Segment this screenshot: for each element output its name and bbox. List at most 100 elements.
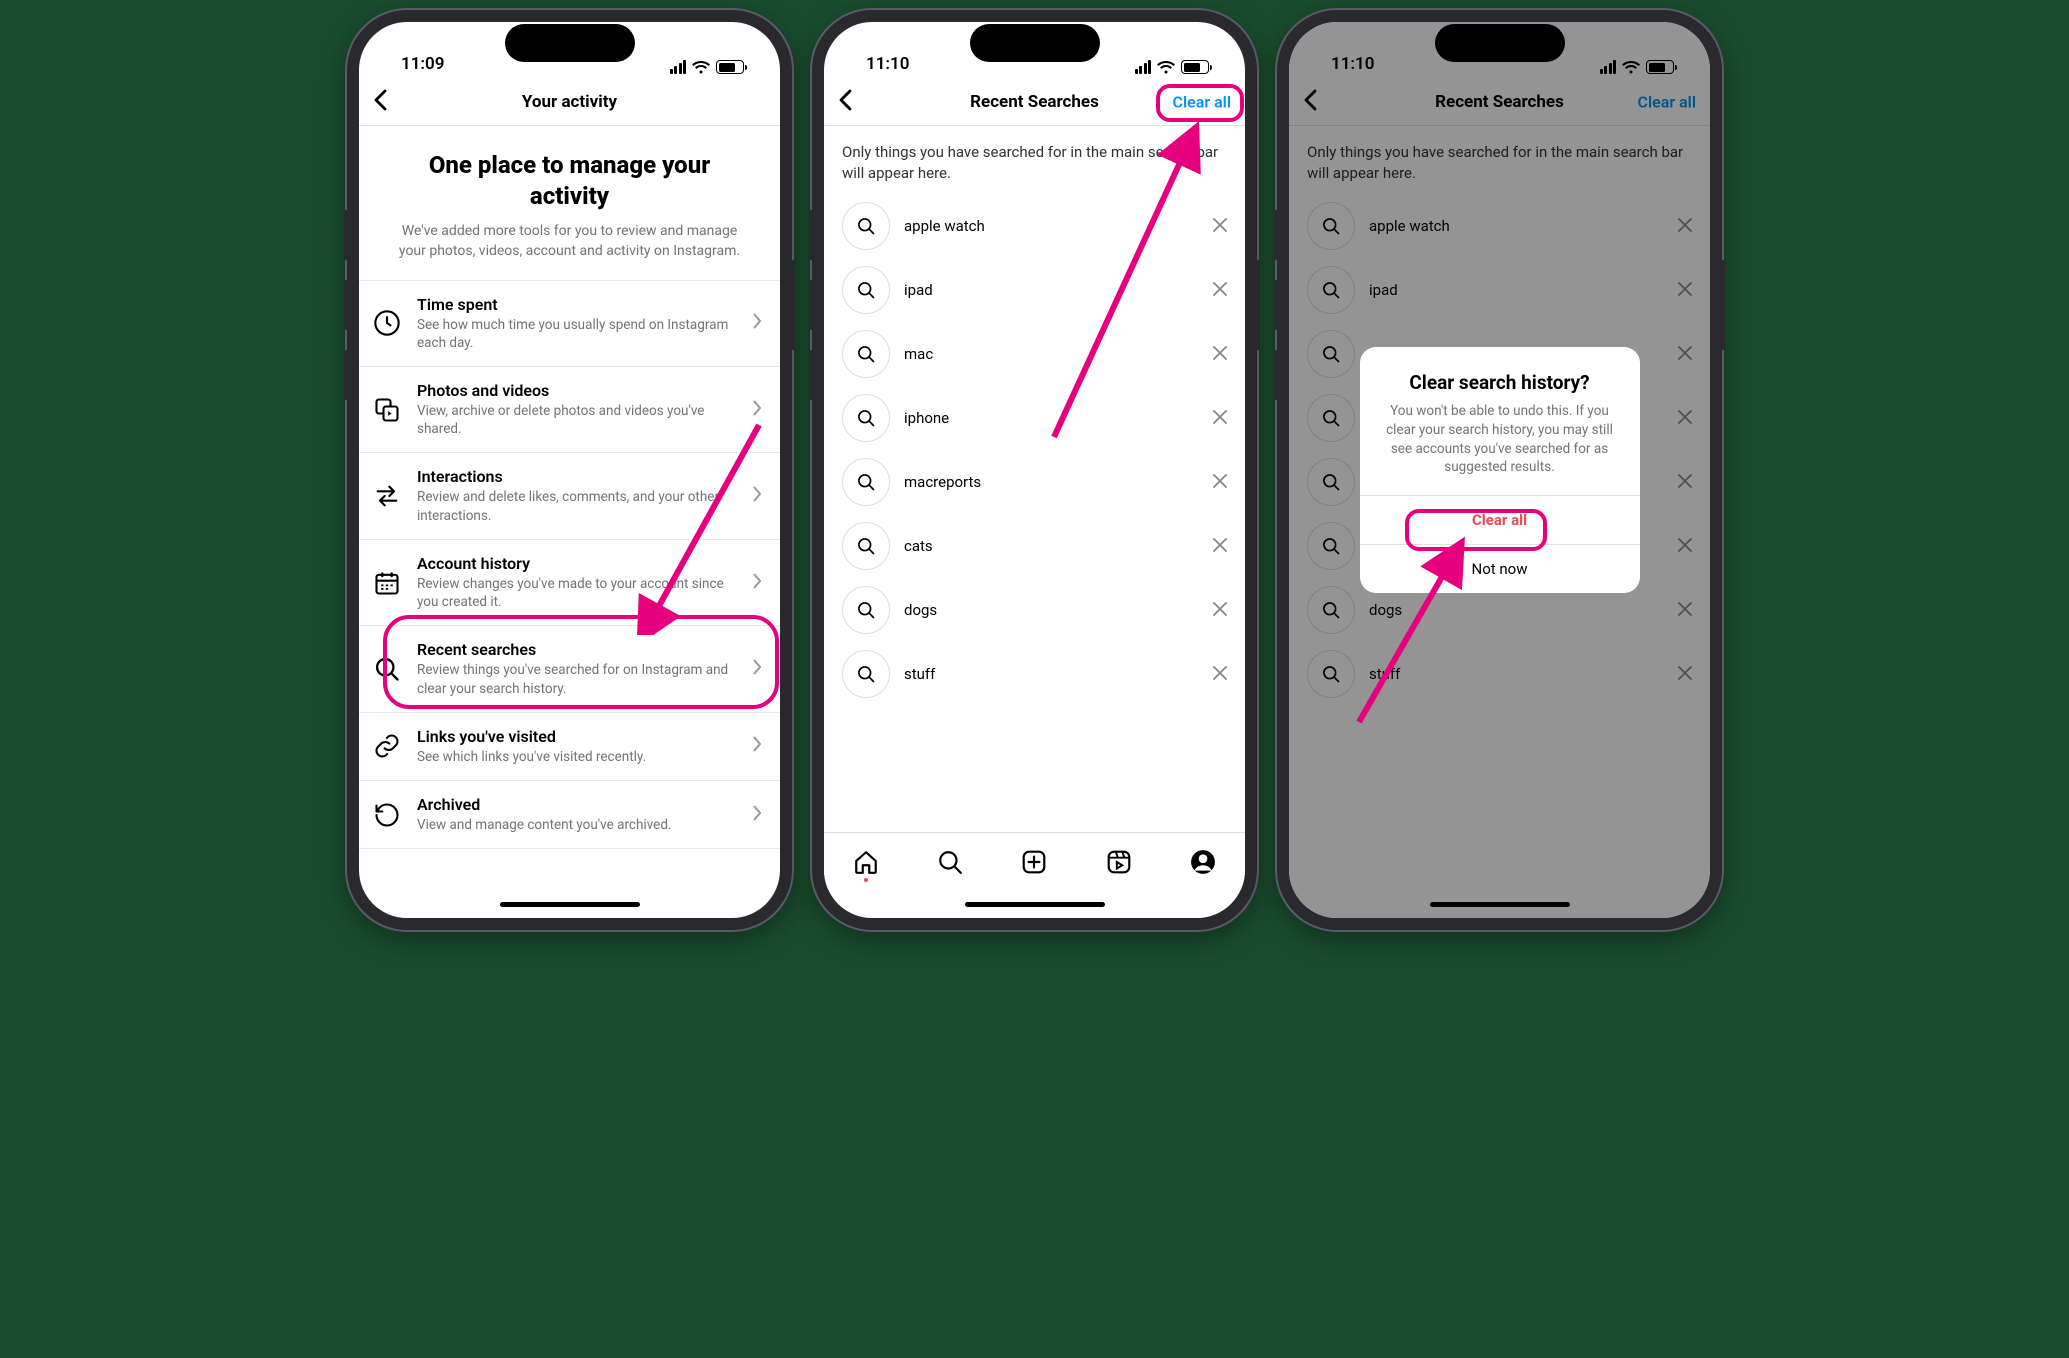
chevron-right-icon [753, 313, 762, 333]
clear-all-button[interactable]: Clear all [1173, 92, 1231, 111]
tab-reels[interactable] [1105, 848, 1133, 876]
back-button[interactable] [373, 89, 387, 115]
search-row[interactable]: ipad [824, 258, 1245, 322]
search-row[interactable]: apple watch [824, 194, 1245, 258]
info-text: Only things you have searched for in the… [824, 126, 1245, 194]
menu-item-links-visited[interactable]: Links you've visitedSee which links you'… [359, 712, 780, 780]
screen-1: 11:09 Your activity One place to manage … [359, 22, 780, 918]
dynamic-island [1435, 24, 1565, 62]
chevron-right-icon [753, 805, 762, 825]
menu-title: Account history [417, 554, 737, 573]
search-icon [842, 522, 890, 570]
dialog-cancel-button[interactable]: Not now [1360, 544, 1640, 593]
search-row[interactable]: iphone [824, 386, 1245, 450]
tab-home[interactable] [852, 848, 880, 876]
search-label: ipad [904, 281, 1199, 299]
calendar-icon [373, 569, 401, 597]
chevron-right-icon [753, 736, 762, 756]
confirm-dialog: Clear search history? You won't be able … [1360, 347, 1640, 594]
menu-title: Time spent [417, 295, 737, 314]
dialog-title: Clear search history? [1380, 371, 1620, 394]
intro-title: One place to manage your activity [387, 150, 752, 212]
intro-block: One place to manage your activity We've … [359, 126, 780, 280]
menu-title: Links you've visited [417, 727, 737, 746]
menu-title: Archived [417, 795, 737, 814]
remove-search-button[interactable] [1213, 345, 1227, 364]
tab-search[interactable] [936, 848, 964, 876]
phone-frame-2: 11:10 Recent Searches Clear all Only thi… [812, 10, 1257, 930]
screen-2: 11:10 Recent Searches Clear all Only thi… [824, 22, 1245, 918]
chevron-right-icon [753, 573, 762, 593]
cellular-icon [1135, 60, 1152, 74]
cellular-icon [670, 60, 687, 74]
search-row[interactable]: stuff [824, 642, 1245, 706]
back-button[interactable] [838, 89, 852, 115]
dialog-confirm-button[interactable]: Clear all [1360, 495, 1640, 544]
remove-search-button[interactable] [1213, 537, 1227, 556]
menu-item-photos-videos[interactable]: Photos and videos View, archive or delete… [359, 366, 780, 452]
header-title: Recent Searches [970, 92, 1099, 112]
archive-icon [373, 801, 401, 829]
menu-title: Interactions [417, 467, 737, 486]
search-row[interactable]: macreports [824, 450, 1245, 514]
status-time: 11:09 [401, 54, 444, 74]
content-area[interactable]: One place to manage your activity We've … [359, 126, 780, 890]
search-label: apple watch [904, 217, 1199, 235]
tab-bar [824, 832, 1245, 890]
search-icon [842, 330, 890, 378]
search-icon [842, 650, 890, 698]
home-indicator[interactable] [359, 890, 780, 918]
chevron-right-icon [753, 659, 762, 679]
search-icon [842, 266, 890, 314]
wifi-icon [692, 60, 710, 74]
menu-desc: Review and delete likes, comments, and y… [417, 488, 737, 524]
menu-desc: View, archive or delete photos and video… [417, 402, 737, 438]
search-label: stuff [904, 665, 1199, 683]
remove-search-button[interactable] [1213, 217, 1227, 236]
search-row[interactable]: dogs [824, 578, 1245, 642]
home-indicator[interactable] [824, 890, 1245, 918]
menu-title: Photos and videos [417, 381, 737, 400]
menu-item-interactions[interactable]: Interactions Review and delete likes, com… [359, 452, 780, 538]
clock-icon [373, 309, 401, 337]
search-row[interactable]: mac [824, 322, 1245, 386]
header-title: Your activity [522, 92, 617, 112]
content-area[interactable]: Only things you have searched for in the… [824, 126, 1245, 832]
menu-desc: Review things you've searched for on Ins… [417, 661, 737, 697]
battery-icon [716, 60, 744, 74]
status-icons [670, 60, 745, 74]
search-row[interactable]: cats [824, 514, 1245, 578]
search-icon [842, 586, 890, 634]
search-label: mac [904, 345, 1199, 363]
menu-title: Recent searches [417, 640, 737, 659]
search-label: cats [904, 537, 1199, 555]
remove-search-button[interactable] [1213, 601, 1227, 620]
tab-create[interactable] [1020, 848, 1048, 876]
menu-item-time-spent[interactable]: Time spentSee how much time you usually … [359, 280, 780, 366]
menu-item-account-history[interactable]: Account historyReview changes you've mad… [359, 539, 780, 625]
remove-search-button[interactable] [1213, 409, 1227, 428]
menu-item-archived[interactable]: ArchivedView and manage content you've a… [359, 780, 780, 849]
chevron-right-icon [753, 486, 762, 506]
swap-icon [373, 482, 401, 510]
screen-3: 11:10 Recent Searches Clear all Only thi… [1289, 22, 1710, 918]
search-label: iphone [904, 409, 1199, 427]
intro-desc: We've added more tools for you to review… [387, 222, 752, 261]
wifi-icon [1157, 60, 1175, 74]
search-icon [842, 202, 890, 250]
dynamic-island [505, 24, 635, 62]
search-icon [842, 458, 890, 506]
page-header: Your activity [359, 78, 780, 126]
search-icon [373, 655, 401, 683]
battery-icon [1181, 60, 1209, 74]
link-icon [373, 732, 401, 760]
page-header: Recent Searches Clear all [824, 78, 1245, 126]
dynamic-island [970, 24, 1100, 62]
tab-profile[interactable] [1189, 848, 1217, 876]
remove-search-button[interactable] [1213, 473, 1227, 492]
search-icon [842, 394, 890, 442]
remove-search-button[interactable] [1213, 665, 1227, 684]
menu-item-recent-searches[interactable]: Recent searches Review things you've sear… [359, 625, 780, 711]
remove-search-button[interactable] [1213, 281, 1227, 300]
status-time: 11:10 [866, 54, 909, 74]
